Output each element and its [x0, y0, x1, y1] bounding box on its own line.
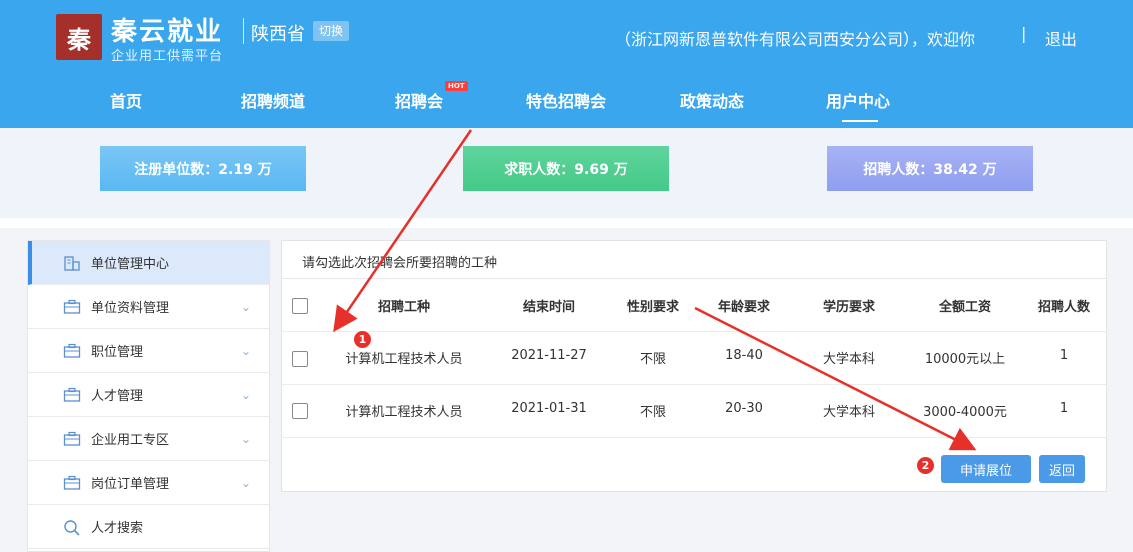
- sidebar-item-label: 企业用工专区: [91, 433, 170, 448]
- sidebar-item-talent-search[interactable]: 人才搜索: [28, 505, 269, 549]
- sidebar: 单位管理中心 单位资料管理 ⌄ 职位管理 ⌄ 人才管理 ⌄ 企业用工专区 ⌄ 岗…: [27, 240, 270, 552]
- sidebar-item-label: 单位管理中心: [91, 257, 170, 272]
- stat-registered-units: 注册单位数：2.19 万: [100, 146, 306, 191]
- col-header-job-type: 招聘工种: [377, 300, 431, 315]
- logo-glyph: 秦: [67, 24, 91, 54]
- chevron-down-icon: ⌄: [240, 387, 251, 402]
- table-cell-education: 大学本科: [822, 405, 876, 420]
- nav-job-fair[interactable]: 招聘会: [395, 88, 443, 112]
- stat-job-seekers: 求职人数：9.69 万: [463, 146, 669, 191]
- sidebar-item-label: 人才搜索: [91, 521, 144, 536]
- province-label: 陕西省: [251, 24, 305, 45]
- table-cell-salary: 3000-4000元: [923, 405, 1007, 420]
- col-header-age: 年龄要求: [717, 300, 771, 315]
- table-cell-job-type: 计算机工程技术人员: [345, 405, 463, 420]
- row-divider: [282, 437, 1106, 438]
- briefcase-icon: [63, 299, 81, 314]
- briefcase-icon: [63, 431, 81, 446]
- table-cell-gender: 不限: [639, 352, 667, 367]
- nav-recruit-channel[interactable]: 招聘频道: [241, 88, 305, 112]
- nav-active-underline: [842, 120, 878, 122]
- sidebar-item-order-mgmt[interactable]: 岗位订单管理 ⌄: [28, 461, 269, 505]
- col-header-education: 学历要求: [822, 300, 876, 315]
- chevron-down-icon: ⌄: [240, 431, 251, 446]
- job-selection-panel: 请勾选此次招聘会所要招聘的工种 招聘工种 结束时间 性别要求 年龄要求 学历要求…: [281, 240, 1107, 492]
- header-separator: |: [1021, 24, 1027, 43]
- chevron-down-icon: ⌄: [240, 475, 251, 490]
- table-cell-headcount: 1: [1059, 348, 1069, 363]
- nav-policy-news[interactable]: 政策动态: [680, 88, 744, 112]
- step-marker-2: 2: [917, 457, 934, 474]
- back-button[interactable]: 返回: [1039, 455, 1085, 483]
- search-icon: [63, 519, 81, 536]
- brand-subtitle: 企业用工供需平台: [111, 49, 224, 64]
- table-cell-end-time: 2021-01-31: [511, 401, 587, 416]
- table-cell-age: 18-40: [725, 348, 763, 363]
- chevron-down-icon: ⌄: [240, 299, 251, 314]
- col-header-gender: 性别要求: [626, 300, 680, 315]
- table-cell-end-time: 2021-11-27: [511, 348, 587, 363]
- table-cell-education: 大学本科: [822, 352, 876, 367]
- sidebar-item-label: 人才管理: [91, 389, 144, 404]
- chevron-down-icon: ⌄: [240, 343, 251, 358]
- briefcase-icon: [63, 475, 81, 490]
- sidebar-item-label: 岗位订单管理: [91, 477, 170, 492]
- hot-badge: HOT: [445, 81, 468, 91]
- stat-recruits: 招聘人数：38.42 万: [827, 146, 1033, 191]
- sidebar-item-position-mgmt[interactable]: 职位管理 ⌄: [28, 329, 269, 373]
- table-cell-age: 20-30: [725, 401, 763, 416]
- sidebar-item-talent-mgmt[interactable]: 人才管理 ⌄: [28, 373, 269, 417]
- row-divider: [282, 331, 1106, 332]
- col-header-salary: 全额工资: [938, 300, 992, 315]
- table-cell-headcount: 1: [1059, 401, 1069, 416]
- sidebar-item-unit-center[interactable]: 单位管理中心: [28, 241, 269, 285]
- top-header: 秦 秦云就业 企业用工供需平台 陕西省 切换 （浙江网新恩普软件有限公司西安分公…: [0, 0, 1133, 128]
- table-cell-gender: 不限: [639, 405, 667, 420]
- nav-user-center[interactable]: 用户中心: [826, 88, 890, 112]
- sidebar-item-unit-info[interactable]: 单位资料管理 ⌄: [28, 285, 269, 329]
- logout-link[interactable]: 退出: [1045, 26, 1077, 50]
- sidebar-item-enterprise-zone[interactable]: 企业用工专区 ⌄: [28, 417, 269, 461]
- briefcase-icon: [63, 387, 81, 402]
- col-header-end-time: 结束时间: [522, 300, 576, 315]
- briefcase-icon: [63, 343, 81, 358]
- row-divider: [282, 384, 1106, 385]
- brand-title: 秦云就业: [111, 17, 224, 47]
- header-divider: [243, 18, 244, 44]
- table-cell-salary: 10000元以上: [924, 352, 1006, 367]
- nav-special-job-fair[interactable]: 特色招聘会: [526, 88, 606, 112]
- building-icon: [63, 255, 81, 271]
- panel-divider: [282, 278, 1106, 279]
- step-marker-1: 1: [354, 331, 371, 348]
- select-all-checkbox[interactable]: [292, 298, 308, 314]
- section-gap: [0, 218, 1133, 228]
- panel-title: 请勾选此次招聘会所要招聘的工种: [302, 256, 498, 271]
- nav-home[interactable]: 首页: [110, 88, 142, 112]
- apply-booth-button[interactable]: 申请展位: [941, 455, 1031, 483]
- sidebar-item-label: 单位资料管理: [91, 301, 170, 316]
- table-cell-job-type: 计算机工程技术人员: [345, 352, 463, 367]
- logo[interactable]: 秦: [56, 14, 102, 60]
- sidebar-item-label: 职位管理: [91, 345, 144, 360]
- row-checkbox[interactable]: [292, 351, 308, 367]
- row-checkbox[interactable]: [292, 403, 308, 419]
- welcome-text: （浙江网新恩普软件有限公司西安分公司），欢迎你: [615, 30, 976, 49]
- switch-province-button[interactable]: 切换: [313, 21, 350, 41]
- col-header-headcount: 招聘人数: [1037, 300, 1091, 315]
